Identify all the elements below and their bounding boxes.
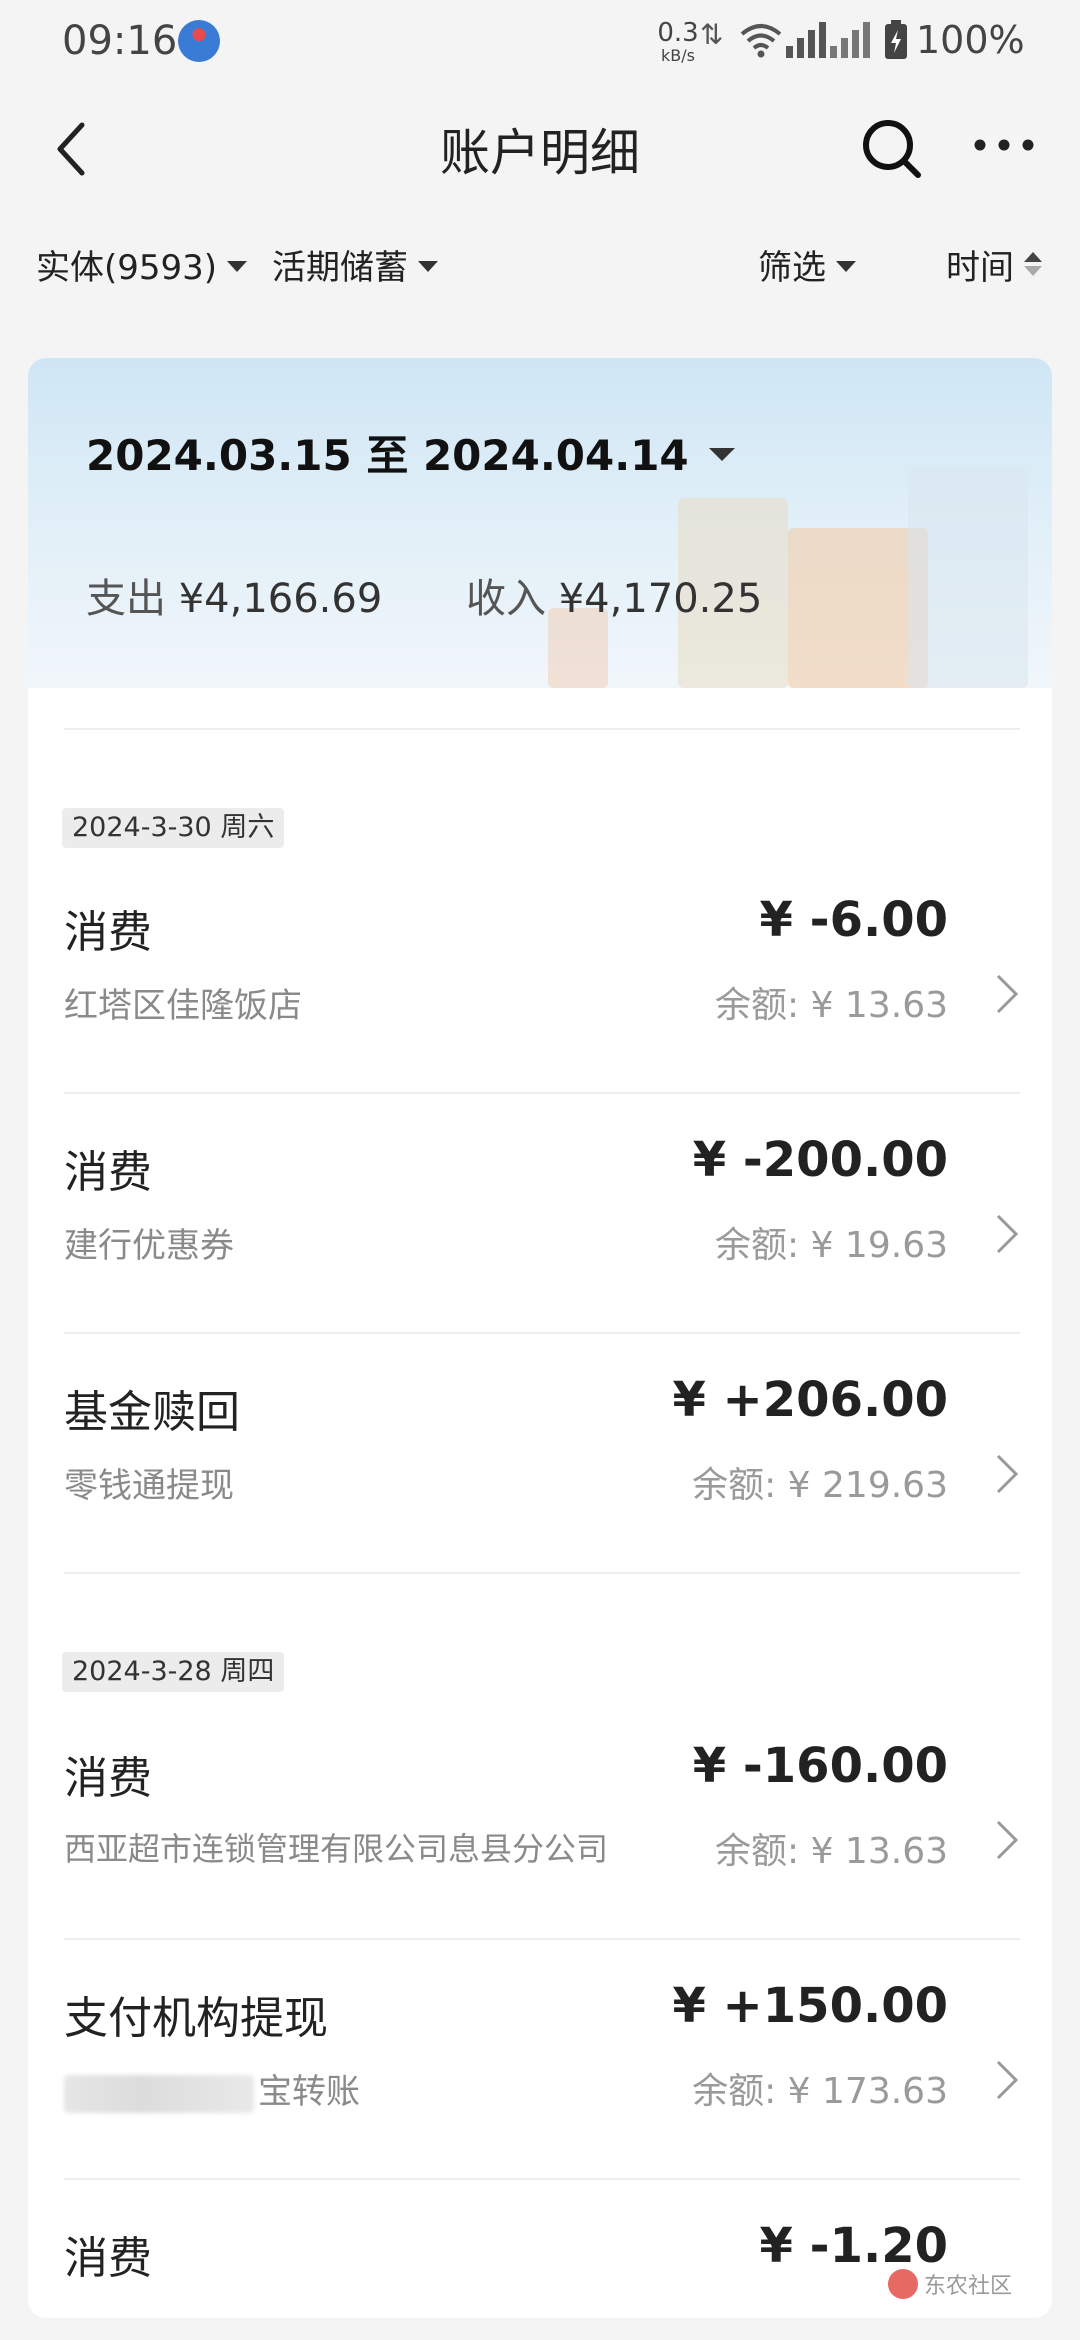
transaction-title: 消费	[64, 1753, 152, 1804]
date-group-header: 2024-3-28 周四	[62, 1652, 285, 1692]
sort-icon	[1024, 250, 1044, 280]
transaction-amount: ¥ -160.00	[692, 1738, 948, 1794]
summary-banner: 2024.03.15 至 2024.04.14 支出 ¥4,166.69 收入 …	[28, 358, 1052, 688]
account-type-filter[interactable]: 活期储蓄	[272, 240, 438, 289]
banner-illustration	[908, 468, 1028, 688]
transaction-amount: ¥ -6.00	[759, 892, 948, 948]
transaction-title: 消费	[64, 907, 152, 958]
income-summary: 收入 ¥4,170.25	[466, 566, 762, 624]
account-type-label: 活期储蓄	[272, 248, 408, 288]
app-notification-icon	[178, 20, 220, 62]
expense-summary: 支出 ¥4,166.69	[86, 566, 382, 624]
chevron-right-icon	[996, 974, 1019, 1014]
income-total: ¥4,170.25	[558, 576, 763, 622]
battery-icon	[885, 20, 907, 59]
transaction-row[interactable]: 消费 ¥ -200.00 建行优惠券 余额: ¥ 19.63	[64, 1096, 1020, 1334]
income-label: 收入	[466, 576, 546, 622]
watermark-text: 东农社区	[923, 2274, 1012, 2299]
network-speed-value: 0.3	[657, 18, 699, 48]
transaction-merchant: 建行优惠券	[64, 1226, 234, 1266]
signal-icon	[786, 22, 870, 58]
date-group-header: 2024-3-30 周六	[62, 808, 285, 848]
transaction-title: 支付机构提现	[64, 1993, 328, 2044]
chevron-right-icon	[996, 2060, 1019, 2100]
transaction-merchant: 宝转账	[64, 2064, 360, 2113]
chevron-down-icon	[418, 261, 438, 272]
expense-total: ¥4,166.69	[178, 576, 383, 622]
transaction-amount: ¥ +206.00	[672, 1372, 948, 1428]
watermark: 东农社区	[887, 2268, 1012, 2300]
row-divider	[64, 1332, 1020, 1334]
date-range-selector[interactable]: 2024.03.15 至 2024.04.14	[86, 422, 735, 483]
row-divider	[64, 1572, 1020, 1574]
transaction-merchant: 零钱通提现	[64, 1466, 234, 1506]
row-divider	[64, 2178, 1020, 2180]
time-sort-label: 时间	[946, 248, 1014, 288]
filter-dropdown[interactable]: 筛选	[758, 240, 856, 289]
transaction-row[interactable]: 支付机构提现 ¥ +150.00 宝转账 余额: ¥ 173.63	[64, 1942, 1020, 2180]
date-range-text: 2024.03.15 至 2024.04.14	[86, 431, 689, 480]
account-filter-label: 实体(9593)	[36, 248, 218, 288]
transactions-card: 2024.03.15 至 2024.04.14 支出 ¥4,166.69 收入 …	[28, 358, 1052, 2318]
time-sort[interactable]: 时间	[946, 240, 1044, 289]
more-icon[interactable]	[972, 133, 1036, 157]
transaction-row[interactable]: 消费 ¥ -6.00 红塔区佳隆饭店 余额: ¥ 13.63	[64, 856, 1020, 1094]
nav-bar: 账户明细	[0, 95, 1080, 195]
redacted-text	[64, 2074, 254, 2113]
transaction-row[interactable]: 基金赎回 ¥ +206.00 零钱通提现 余额: ¥ 219.63	[64, 1336, 1020, 1574]
battery-percent: 100%	[916, 18, 1025, 62]
transaction-balance: 余额: ¥ 19.63	[715, 1225, 948, 1266]
network-speed: 0.3 kB/s	[650, 20, 706, 64]
filter-row: 实体(9593) 活期储蓄 筛选 时间	[0, 240, 1080, 300]
transaction-title: 消费	[64, 1147, 152, 1198]
transaction-title: 基金赎回	[64, 1387, 240, 1438]
transaction-amount: ¥ +150.00	[672, 1978, 948, 2034]
transaction-amount: ¥ -1.20	[759, 2218, 948, 2274]
banner-illustration	[788, 528, 928, 688]
transaction-balance: 余额: ¥ 13.63	[715, 985, 948, 1026]
transaction-merchant: 西亚超市连锁管理有限公司息县分公司	[64, 1830, 609, 1868]
watermark-logo-icon	[887, 2269, 918, 2299]
network-speed-unit: kB/s	[661, 46, 695, 65]
divider	[64, 728, 1020, 730]
chevron-down-icon	[708, 448, 735, 461]
chevron-right-icon	[996, 1214, 1019, 1254]
wifi-icon	[740, 24, 782, 58]
chevron-down-icon	[227, 261, 248, 272]
transaction-merchant: 红塔区佳隆饭店	[64, 986, 302, 1026]
chevron-right-icon	[996, 1454, 1019, 1494]
filter-label: 筛选	[758, 248, 826, 288]
transaction-balance: 余额: ¥ 13.63	[715, 1831, 948, 1872]
data-transfer-icon: ⇅	[700, 18, 724, 51]
transaction-amount: ¥ -200.00	[692, 1132, 948, 1188]
transaction-row[interactable]: 消费 ¥ -1.20	[64, 2182, 1020, 2318]
chevron-down-icon	[836, 261, 856, 272]
transaction-balance: 余额: ¥ 173.63	[692, 2071, 948, 2112]
status-time: 09:16	[62, 18, 178, 64]
row-divider	[64, 1092, 1020, 1094]
transaction-balance: 余额: ¥ 219.63	[692, 1465, 948, 1506]
account-filter[interactable]: 实体(9593)	[36, 240, 248, 289]
transaction-title: 消费	[64, 2233, 152, 2284]
transaction-merchant-visible: 宝转账	[258, 2072, 360, 2112]
search-icon[interactable]	[860, 117, 924, 181]
expense-label: 支出	[86, 576, 166, 622]
row-divider	[64, 1938, 1020, 1940]
transaction-row[interactable]: 消费 ¥ -160.00 西亚超市连锁管理有限公司息县分公司 余额: ¥ 13.…	[64, 1702, 1020, 1940]
chevron-right-icon	[996, 1820, 1019, 1860]
status-bar: 09:16 0.3 kB/s ⇅ 100%	[0, 0, 1080, 84]
